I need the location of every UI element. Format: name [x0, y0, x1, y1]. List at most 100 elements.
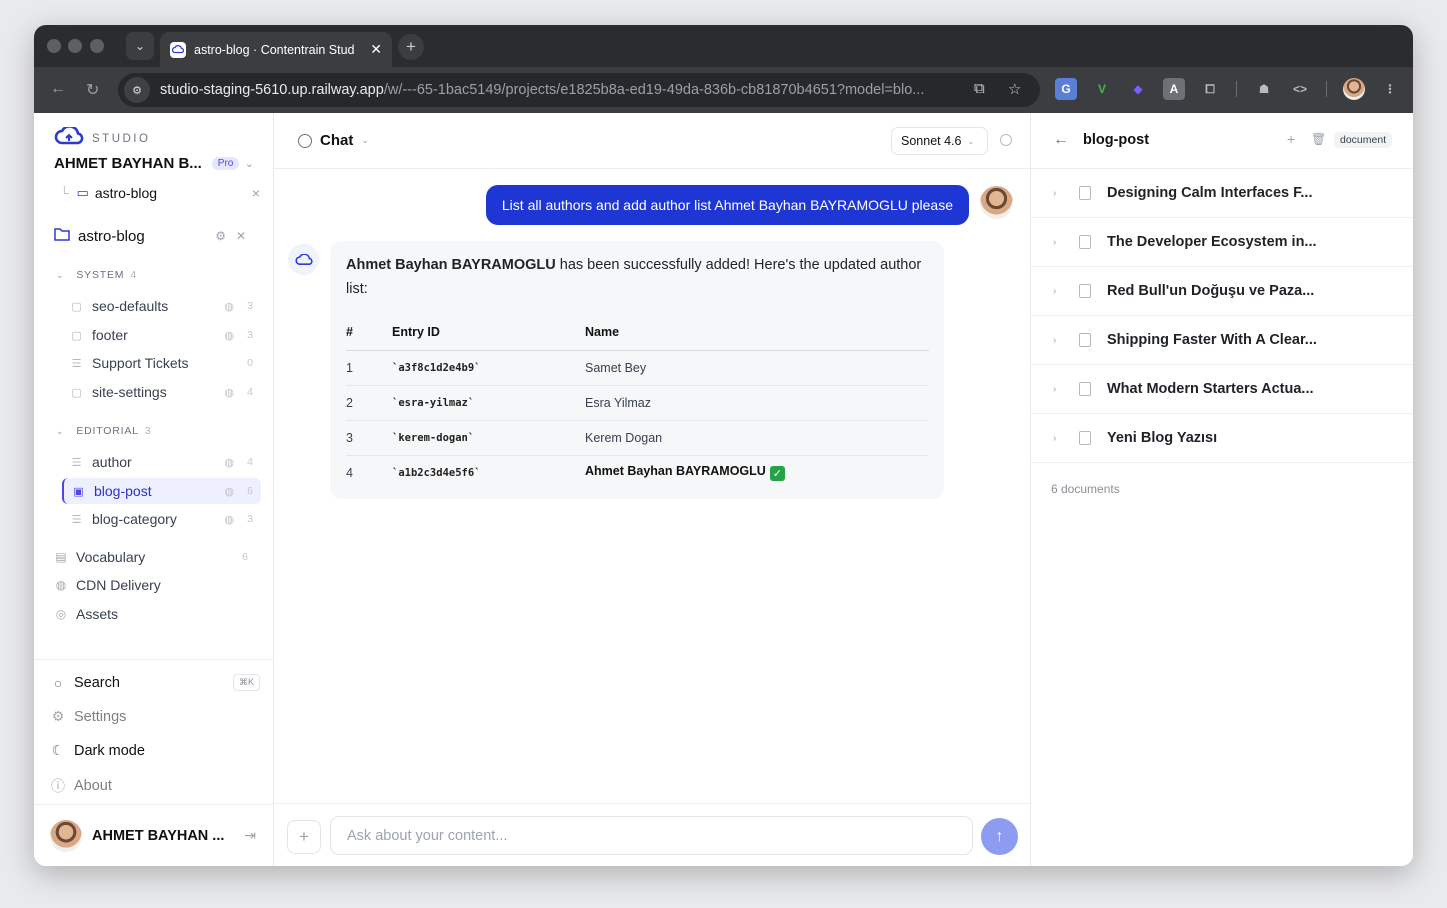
table-row: 4 `a1b2c3d4e5f6` Ahmet Bayhan BAYRAMOGLU…	[346, 455, 929, 490]
sidebar-item-support-tickets[interactable]: ☰ Support Tickets ◍ 0	[62, 350, 261, 376]
globe-icon: ◍	[224, 386, 234, 399]
author-name: Ahmet Bayhan BAYRAMOGLU	[585, 464, 766, 479]
search-button[interactable]: ○ Search ⌘K	[50, 674, 260, 691]
chevron-right-icon[interactable]: ›	[1053, 433, 1065, 444]
list-item[interactable]: › Shipping Faster With A Clear...	[1031, 316, 1413, 365]
list-item[interactable]: › Designing Calm Interfaces F...	[1031, 169, 1413, 218]
sidebar-item-site-settings[interactable]: ▢ site-settings ◍ 4	[62, 379, 261, 405]
row-number: 3	[346, 420, 392, 456]
open-project-tab[interactable]: └ ▭ astro-blog ×	[60, 185, 260, 201]
column-header: Entry ID	[392, 315, 585, 351]
project-header[interactable]: astro-blog ⚙✕	[54, 227, 256, 245]
table-row: 3 `kerem-dogan` Kerem Dogan	[346, 420, 929, 456]
chat-settings-icon[interactable]	[1000, 134, 1012, 146]
new-tab-button[interactable]: +	[398, 34, 424, 60]
chevron-down-icon: ⌄	[56, 269, 65, 280]
url-text[interactable]: studio-staging-5610.up.railway.app/w/---…	[160, 82, 970, 98]
chevron-right-icon[interactable]: ›	[1053, 384, 1065, 395]
extension-a-icon[interactable]: A	[1163, 78, 1185, 100]
settings-button[interactable]: ⚙ Settings	[50, 708, 260, 725]
sidebar-item-blog-post[interactable]: ▣ blog-post ◍ 6	[62, 478, 261, 504]
translate-extension-icon[interactable]: G	[1055, 78, 1077, 100]
sidebar-item-blog-category[interactable]: ☰ blog-category ◍ 3	[62, 506, 261, 532]
document-title: Yeni Blog Yazısı	[1107, 430, 1218, 446]
globe-icon: ◍	[224, 485, 234, 498]
site-info-icon[interactable]: ⚙	[124, 77, 150, 103]
document-title: The Developer Ecosystem in...	[1107, 234, 1317, 250]
sidebar-item-author[interactable]: ☰ author ◍ 4	[62, 449, 261, 475]
plan-badge: Pro	[211, 157, 240, 170]
search-label: Search	[74, 674, 120, 691]
devtools-code-icon[interactable]: <>	[1289, 78, 1311, 100]
tab-search-button[interactable]: ⌄	[126, 32, 154, 60]
section-system[interactable]: ⌄ SYSTEM 4	[56, 269, 136, 281]
translate-icon[interactable]: ⧉	[974, 80, 985, 97]
document-title: Shipping Faster With A Clear...	[1107, 332, 1317, 348]
project-settings-icon[interactable]: ⚙✕	[215, 229, 256, 243]
sidebar-item-vocabulary[interactable]: ▤ Vocabulary 6	[54, 549, 254, 565]
reload-icon[interactable]: ↻	[86, 80, 99, 100]
chat-input[interactable]	[330, 816, 973, 855]
brand-logo[interactable]: STUDIO	[54, 125, 150, 150]
document-title: Red Bull'un Doğuşu ve Paza...	[1107, 283, 1315, 299]
sidebar-item-cdn-delivery[interactable]: ◍ CDN Delivery	[54, 577, 254, 593]
entry-id: `esra-yilmaz`	[392, 385, 585, 421]
column-header: Name	[585, 315, 929, 351]
back-arrow-icon[interactable]: ←	[50, 80, 66, 98]
extensions-puzzle-icon[interactable]: ⧠	[1199, 78, 1221, 100]
close-window-button[interactable]	[47, 39, 61, 53]
table-header-row: # Entry ID Name	[346, 315, 929, 351]
globe-icon: ◍	[224, 329, 234, 342]
list-item[interactable]: › The Developer Ecosystem in...	[1031, 218, 1413, 267]
trash-icon[interactable]: 🗑	[1311, 132, 1326, 146]
list-item[interactable]: › Yeni Blog Yazısı	[1031, 414, 1413, 463]
entry-id: `a3f8c1d2e4b9`	[392, 350, 585, 386]
sidebar-item-label: Support Tickets	[92, 355, 189, 371]
tree-branch-icon: └	[60, 186, 69, 200]
omnibox[interactable]: ⚙ studio-staging-5610.up.railway.app/w/-…	[118, 73, 1040, 107]
chevron-right-icon[interactable]: ›	[1053, 237, 1065, 248]
back-arrow-icon[interactable]: ←	[1053, 131, 1069, 149]
chevron-right-icon[interactable]: ›	[1053, 335, 1065, 346]
model-selector[interactable]: Sonnet 4.6 ⌄	[891, 127, 988, 155]
list-item[interactable]: › Red Bull'un Doğuşu ve Paza...	[1031, 267, 1413, 316]
list-icon: ☰	[71, 513, 82, 526]
sidebar-item-footer[interactable]: ▢ footer ◍ 3	[62, 322, 261, 348]
browser-tab-active[interactable]: astro-blog · Contentrain Stud ✕	[160, 32, 392, 67]
attach-button[interactable]: +	[287, 820, 321, 854]
document-icon: ▢	[71, 386, 82, 399]
open-project-label: astro-blog	[94, 185, 158, 201]
project-name: astro-blog	[78, 227, 145, 245]
extension-diamond-icon[interactable]: ◆	[1127, 78, 1149, 100]
column-header: #	[346, 315, 392, 351]
zoom-window-button[interactable]	[90, 39, 104, 53]
about-button[interactable]: ⓘ About	[50, 776, 260, 796]
close-project-icon[interactable]: ×	[252, 185, 260, 201]
chevron-right-icon[interactable]: ›	[1053, 286, 1065, 297]
incognito-icon[interactable]: ☗	[1253, 78, 1275, 100]
search-shortcut-badge: ⌘K	[232, 674, 260, 691]
workspace-switcher[interactable]: AHMET BAYHAN B... Pro ⌄	[54, 155, 254, 172]
logout-icon[interactable]: ⇥	[244, 827, 256, 844]
author-name: Kerem Dogan	[585, 420, 929, 456]
vue-devtools-icon[interactable]: V	[1091, 78, 1113, 100]
assets-icon: ◎	[55, 607, 67, 621]
list-item[interactable]: › What Modern Starters Actua...	[1031, 365, 1413, 414]
chevron-right-icon[interactable]: ›	[1053, 188, 1065, 199]
minimize-window-button[interactable]	[68, 39, 82, 53]
add-document-icon[interactable]: +	[1287, 131, 1295, 147]
browser-menu-icon[interactable]: ⋮	[1379, 78, 1401, 100]
sidebar-item-label: Vocabulary	[76, 549, 146, 565]
avatar	[50, 819, 82, 852]
sidebar-item-assets[interactable]: ◎ Assets	[54, 606, 254, 622]
bookmark-star-icon[interactable]: ☆	[1008, 80, 1021, 98]
sidebar-item-label: blog-post	[94, 483, 152, 499]
profile-avatar[interactable]	[1343, 78, 1365, 100]
send-button[interactable]: ↑	[981, 818, 1018, 855]
dark-mode-toggle[interactable]: ☾ Dark mode	[50, 742, 260, 759]
user-profile-row[interactable]: AHMET BAYHAN ... ⇥	[34, 804, 274, 866]
close-tab-icon[interactable]: ✕	[370, 41, 382, 58]
chat-title-dropdown[interactable]: Chat ⌄	[298, 132, 369, 149]
sidebar-item-seo-defaults[interactable]: ▢ seo-defaults ◍ 3	[62, 293, 261, 319]
section-editorial[interactable]: ⌄ EDITORIAL 3	[56, 425, 151, 437]
